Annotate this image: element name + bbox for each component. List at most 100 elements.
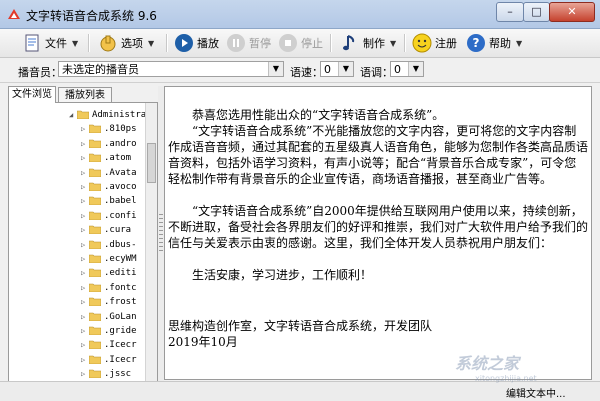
file-label: 文件	[45, 37, 67, 50]
folder-icon	[89, 283, 101, 292]
tree-root-item[interactable]: ◢ Administrat	[9, 109, 152, 121]
editor-date: 2019年10月	[168, 335, 238, 349]
register-label: 注册	[435, 37, 457, 50]
maximize-button[interactable]: □	[523, 2, 550, 22]
tree-folder-item[interactable]: ▷ .atom	[9, 152, 149, 164]
produce-label: 制作	[363, 37, 385, 50]
tree-folder-item[interactable]: ▷ .avoco	[9, 181, 149, 193]
tree-folder-item[interactable]: ▷ .Icecr	[9, 339, 149, 351]
pause-label: 暂停	[249, 37, 271, 50]
tree-folder-item[interactable]: ▷ .frost	[9, 296, 149, 308]
folder-icon	[89, 125, 101, 134]
announcer-label: 播音员：	[18, 66, 62, 79]
title-bar: 文字转语音合成系统 9.6 – □ ✕	[0, 0, 600, 29]
tree-expander-icon[interactable]: ▷	[81, 138, 85, 150]
tree-item-label: .dbus-	[104, 239, 137, 250]
tree-vertical-scrollbar[interactable]	[145, 103, 157, 381]
stop-icon	[279, 34, 297, 52]
tab-playlist[interactable]: 播放列表	[58, 87, 112, 103]
folder-icon	[89, 297, 101, 307]
tree-folder-item[interactable]: ▷ .GoLan	[9, 311, 149, 323]
chevron-down-icon: ▼	[338, 62, 353, 76]
tree-expander-icon[interactable]: ▷	[81, 123, 85, 135]
options-menu-button[interactable]: 选项 ▼	[98, 32, 154, 54]
tree-expander-icon[interactable]: ▷	[81, 311, 85, 323]
tree-expander-icon[interactable]: ▷	[81, 296, 85, 308]
folder-icon	[89, 211, 101, 220]
toolbar: 文件 ▼ 选项 ▼ 播放 暂停 停止 制作 ▼ 注册 ? 帮助 ▼	[0, 29, 600, 58]
tree-folder-item[interactable]: ▷ .Avata	[9, 167, 149, 179]
register-button[interactable]: 注册	[412, 32, 457, 54]
tree-folder-item[interactable]: ▷ .fontc	[9, 282, 149, 294]
editor-paragraph: “文字转语音合成系统”不光能播放您的文字内容，更可将您的文字内容制作成语音音频，…	[168, 124, 589, 186]
tree-expander-icon[interactable]: ▷	[81, 253, 85, 265]
tree-item-label: .GoLan	[104, 311, 137, 322]
folder-icon	[89, 153, 101, 163]
tree-expander-icon[interactable]: ▷	[81, 368, 85, 380]
stop-label: 停止	[301, 37, 323, 50]
toolbar-divider	[166, 34, 168, 52]
tree-folder-item[interactable]: ▷ .editi	[9, 267, 149, 279]
text-editor[interactable]: 恭喜您选用性能出众的“文字转语音合成系统”。 “文字转语音合成系统”不光能播放您…	[164, 86, 592, 380]
tree-expander-icon[interactable]: ▷	[81, 195, 85, 207]
close-button[interactable]: ✕	[549, 2, 595, 22]
announcer-select[interactable]: 未选定的播音员 ▼	[58, 61, 284, 77]
tree-folder-item[interactable]: ▷ .confi	[9, 210, 149, 222]
toolbar-divider	[330, 34, 332, 52]
speed-select[interactable]: 0 ▼	[320, 61, 354, 77]
pitch-select[interactable]: 0 ▼	[390, 61, 424, 77]
help-menu-button[interactable]: ? 帮助 ▼	[466, 32, 522, 54]
play-button[interactable]: 播放	[174, 32, 219, 54]
tree-folder-item[interactable]: ▷ .Icecr	[9, 354, 149, 366]
tree-item-label: Administrat	[92, 110, 152, 120]
tree-expander-icon[interactable]: ▷	[81, 282, 85, 294]
tree-expander-icon[interactable]: ▷	[81, 181, 85, 193]
tree-expander-icon[interactable]: ▷	[81, 167, 85, 179]
tree-item-label: .avoco	[104, 182, 137, 192]
play-icon	[175, 34, 193, 52]
play-label: 播放	[197, 37, 219, 50]
folder-icon	[89, 326, 101, 335]
tree-expander-icon[interactable]: ▷	[81, 239, 85, 251]
tree-expander-icon[interactable]: ▷	[81, 152, 85, 164]
tree-folder-item[interactable]: ▷ .jssc	[9, 368, 149, 380]
music-note-icon	[343, 35, 355, 51]
tree-expander-icon[interactable]: ▷	[81, 339, 85, 351]
tree-expander-icon[interactable]: ▷	[81, 210, 85, 222]
tree-expander-icon[interactable]: ▷	[81, 354, 85, 366]
scrollbar-thumb[interactable]	[147, 143, 156, 183]
svg-text:?: ?	[473, 36, 480, 50]
tree-folder-item[interactable]: ▷ .dbus-	[9, 239, 149, 251]
tree-folder-item[interactable]: ▷ .gride	[9, 325, 149, 337]
folder-icon	[77, 110, 89, 119]
tree-expander-icon[interactable]: ▷	[81, 267, 85, 279]
tree-folder-item[interactable]: ▷ .babel	[9, 195, 149, 207]
tree-folder-item[interactable]: ▷ .cura	[9, 224, 149, 236]
produce-menu-button[interactable]: 制作 ▼	[340, 32, 396, 54]
file-menu-button[interactable]: 文件 ▼	[22, 32, 78, 54]
folder-icon	[89, 312, 101, 321]
app-logo-icon	[8, 9, 20, 19]
folder-icon	[89, 182, 101, 191]
chevron-down-icon: ▼	[268, 62, 283, 76]
tree-folder-item[interactable]: ▷ .andro	[9, 138, 149, 150]
options-hand-icon	[100, 35, 116, 52]
tree-expander-icon[interactable]: ▷	[81, 224, 85, 236]
stop-button[interactable]: 停止	[278, 32, 323, 54]
tree-expander-icon[interactable]: ▷	[81, 325, 85, 337]
watermark-logo: 系统之家 xitongzhijia.net	[455, 354, 537, 383]
chevron-down-icon: ▼	[72, 38, 79, 48]
tab-file-browser[interactable]: 文件浏览	[8, 86, 56, 103]
file-tree[interactable]: ◢ Administrat ▷ .810ps ▷ .andro ▷ .atom ▷ .Avata ▷…	[8, 102, 158, 382]
tree-item-label: .atom	[104, 153, 132, 164]
tree-item-label: .cura	[104, 225, 132, 236]
folder-icon	[89, 197, 101, 206]
tree-expander-icon[interactable]: ◢	[69, 109, 73, 121]
minimize-button[interactable]: –	[496, 2, 524, 22]
pause-button[interactable]: 暂停	[226, 32, 271, 54]
tree-folder-item[interactable]: ▷ .810ps	[9, 123, 149, 135]
chevron-down-icon: ▼	[516, 38, 523, 48]
tree-item-label: .Icecr	[104, 354, 137, 365]
tree-folder-item[interactable]: ▷ .ecyWM	[9, 253, 149, 265]
options-label: 选项	[121, 37, 143, 50]
